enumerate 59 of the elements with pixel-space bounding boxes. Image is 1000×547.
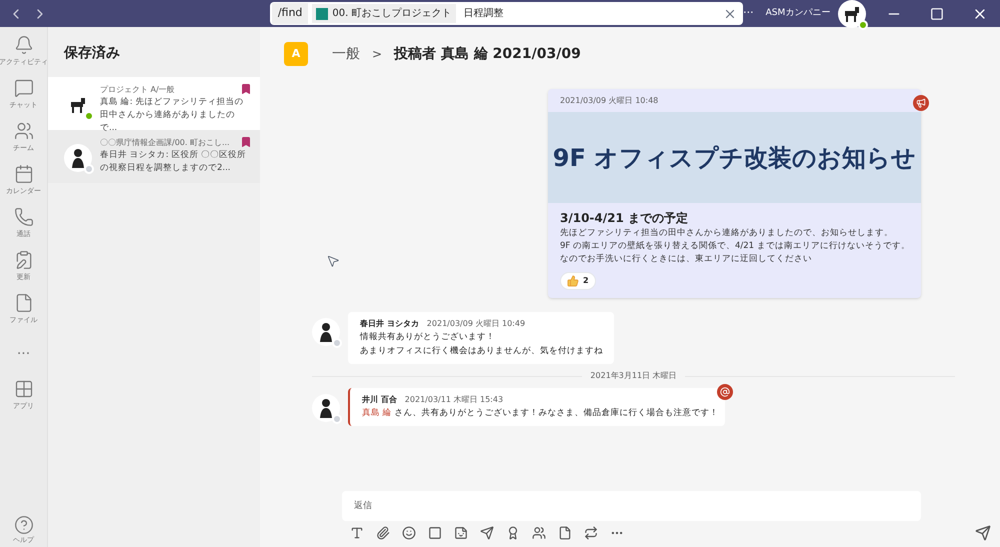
message-text: 真島 綸 さん、共有ありがとうございます！みなさま、備品倉庫に行く場合も注意です！ [362,406,713,420]
format-icon[interactable] [350,526,364,540]
date-divider: 2021年3月11日 木曜日 [590,370,677,382]
attach-icon[interactable] [376,526,390,540]
loop-icon[interactable] [584,526,598,540]
message-text: あまりオフィスに行く機会はありませんが、気を付けますね [360,345,602,358]
emoji-icon[interactable] [402,526,416,540]
reaction-button[interactable]: 2 [560,272,596,290]
message-text: 情報共有ありがとうございます！ [360,331,496,344]
help-icon [14,514,34,534]
rail-button[interactable]: ··· [16,336,30,379]
team-icon [316,8,328,20]
person-avatar-icon [312,394,340,422]
breadcrumb-separator: > [372,46,382,63]
teams-icon [14,121,34,141]
timestamp: 2021/03/09 火曜日 10:48 [559,94,660,106]
message-text: 先ほどファシリティ担当の田中さんから連絡がありましたので、お知らせします。 [560,227,894,240]
channel-path: プロジェクト A/一般 [100,84,175,96]
sticker-icon[interactable] [454,526,468,540]
author-name: 井川 百合 [362,394,397,406]
thumbs-up-icon [567,275,579,287]
pointer-icon [326,254,340,268]
post-title: 投稿者 真島 綸 2021/03/09 [394,44,581,64]
message-text: 9F の南エリアの壁紙を張り替える関係で、4/21 までは南エリアに行けないそうです。 [560,240,909,253]
panel-title: 保存済み [62,44,121,63]
team-badge: A [284,42,308,66]
people-icon[interactable] [532,526,546,540]
saved-item[interactable]: プロジェクト A/一般 真島 綸: 先ほどファシリティ担当の田中さんから連絡がありましたので... [48,77,260,130]
phone-icon [14,207,34,227]
person-avatar-icon [64,144,92,172]
document-icon[interactable] [558,526,572,540]
person-avatar-icon [312,318,340,346]
send-icon[interactable] [975,525,991,541]
reply-field[interactable]: 返信 [342,491,921,521]
search-field[interactable]: /find 00. 町おこしプロジェクト 日程調整 [270,2,744,25]
calendar-icon [14,164,34,184]
chat-icon [14,78,34,98]
channel-chip[interactable]: 00. 町おこしプロジェクト [312,4,456,23]
announcement-subhead: 3/10-4/21 までの予定 [560,210,690,227]
channel-link[interactable]: 一般 [332,44,360,64]
maximize-icon[interactable] [930,6,944,20]
bookmark-icon [240,83,252,95]
bell-icon [14,35,34,55]
forward-icon[interactable] [480,526,494,540]
org-name: ASMカンパニー [766,6,830,20]
saved-item[interactable]: 〇〇県庁情報企画課/00. 町おこし... 春日井 ヨシタカ: 区役所 〇〇区役所の視察日程を調整しますので2... [48,130,260,183]
message-time: 2021/03/09 火曜日 10:49 [426,318,526,330]
message-time: 2021/03/11 木曜日 15:43 [404,394,504,406]
message-preview: 春日井 ヨシタカ: 区役所 〇〇区役所の視察日程を調整しますので2... [100,149,247,175]
message-text: なのでお手洗いに行くときには、東エリアに迂回してください [560,253,813,266]
megaphone-icon [913,95,929,111]
bookmark-icon [240,136,252,148]
announcement-headline: 9F オフィスプチ改装のお知らせ [552,142,916,174]
award-icon[interactable] [506,526,520,540]
author-name: 春日井 ヨシタカ [360,318,419,330]
apps-icon [14,379,34,399]
channel-path: 〇〇県庁情報企画課/00. 町おこし... [100,137,230,149]
command-chip: /find [272,3,308,24]
more-button[interactable]: ··· [743,5,754,22]
